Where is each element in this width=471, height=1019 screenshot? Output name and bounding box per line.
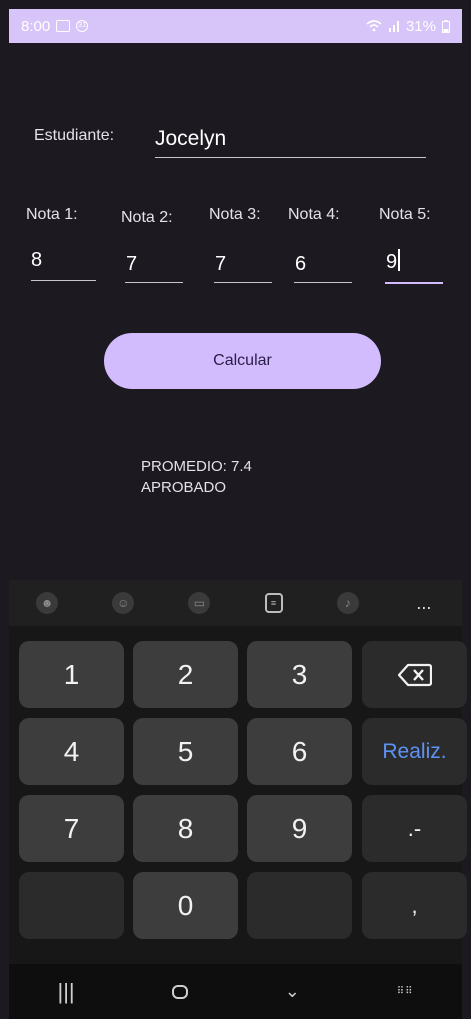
- status-time: 8:00: [21, 17, 51, 35]
- status-bar: 8:00 31 31%: [9, 9, 462, 43]
- status-left: 8:00 31: [21, 17, 89, 35]
- grade-2-underline: [125, 282, 183, 283]
- battery-percent: 31%: [405, 17, 436, 35]
- key-3[interactable]: 3: [247, 641, 352, 708]
- microphone-icon[interactable]: ♪: [336, 592, 359, 614]
- key-8[interactable]: 8: [133, 795, 238, 862]
- grade-2-label: Nota 2:: [121, 209, 173, 226]
- comma-key[interactable]: ,: [362, 872, 467, 939]
- backspace-key[interactable]: [362, 641, 467, 708]
- battery-icon: [442, 19, 450, 33]
- average-result: PROMEDIO: 7.4: [141, 458, 252, 475]
- done-key[interactable]: Realiz.: [362, 718, 467, 785]
- signal-icon: [388, 21, 399, 32]
- grade-1-input[interactable]: 8: [31, 249, 42, 272]
- grade-5-underline-focused: [385, 282, 443, 284]
- student-name-input[interactable]: Jocelyn: [155, 127, 226, 151]
- wifi-icon: [366, 20, 382, 32]
- clipboard-icon[interactable]: ≡: [264, 593, 283, 613]
- student-name-underline: [155, 157, 426, 158]
- student-label: Estudiante:: [34, 127, 115, 144]
- home-icon[interactable]: [171, 984, 188, 999]
- emoji-icon[interactable]: ☺: [112, 592, 135, 614]
- gif-icon[interactable]: ▭: [188, 592, 211, 614]
- grade-calculator-form: Estudiante: Jocelyn Nota 1: Nota 2: Nota…: [9, 43, 462, 580]
- key-6[interactable]: 6: [247, 718, 352, 785]
- navigation-bar: ||| ⌄ ⠿⠿: [9, 964, 462, 1019]
- phone-screen: 8:00 31 31% Estudiante: Jocelyn Nota 1: …: [0, 0, 471, 1019]
- grade-2-input[interactable]: 7: [126, 253, 137, 276]
- recent-apps-icon[interactable]: |||: [58, 979, 75, 1005]
- backspace-icon: [397, 663, 432, 686]
- grade-5-input[interactable]: 9: [386, 249, 401, 274]
- image-notification-icon: [56, 20, 71, 32]
- grade-5-value: 9: [386, 251, 398, 273]
- status-right: 31%: [366, 18, 450, 35]
- text-cursor: [398, 249, 401, 271]
- dot-dash-key[interactable]: .-: [362, 795, 467, 862]
- key-2[interactable]: 2: [133, 641, 238, 708]
- grade-5-label: Nota 5:: [379, 206, 431, 223]
- grade-1-label: Nota 1:: [26, 206, 78, 223]
- grade-3-input[interactable]: 7: [215, 253, 226, 276]
- keyboard-toolbar: ☻ ☺ ▭ ≡ ♪ ...: [9, 580, 462, 626]
- key-5[interactable]: 5: [133, 718, 238, 785]
- back-chevron-down-icon[interactable]: ⌄: [285, 981, 300, 1002]
- pass-status: APROBADO: [141, 479, 227, 496]
- key-0[interactable]: 0: [133, 872, 238, 939]
- key-9[interactable]: 9: [247, 795, 352, 862]
- blank-key-left: [19, 872, 124, 939]
- grade-1-underline: [31, 280, 96, 281]
- keyboard-switch-icon[interactable]: ⠿⠿: [397, 986, 414, 997]
- blank-key-right: [247, 872, 352, 939]
- key-1[interactable]: 1: [19, 641, 124, 708]
- grade-3-label: Nota 3:: [209, 206, 261, 223]
- numeric-keyboard: 1 2 3 4 5 6 Realiz. 7 8 9 .- 0 ,: [9, 626, 467, 964]
- grade-4-input[interactable]: 6: [295, 253, 306, 276]
- grade-4-underline: [294, 282, 352, 283]
- grade-3-underline: [214, 282, 272, 283]
- key-4[interactable]: 4: [19, 718, 124, 785]
- grade-4-label: Nota 4:: [288, 206, 340, 223]
- sticker-icon[interactable]: ☻: [36, 592, 59, 614]
- key-7[interactable]: 7: [19, 795, 124, 862]
- calendar-icon: 31: [76, 20, 89, 32]
- more-icon[interactable]: ...: [413, 592, 435, 614]
- calculate-button[interactable]: Calcular: [104, 333, 381, 389]
